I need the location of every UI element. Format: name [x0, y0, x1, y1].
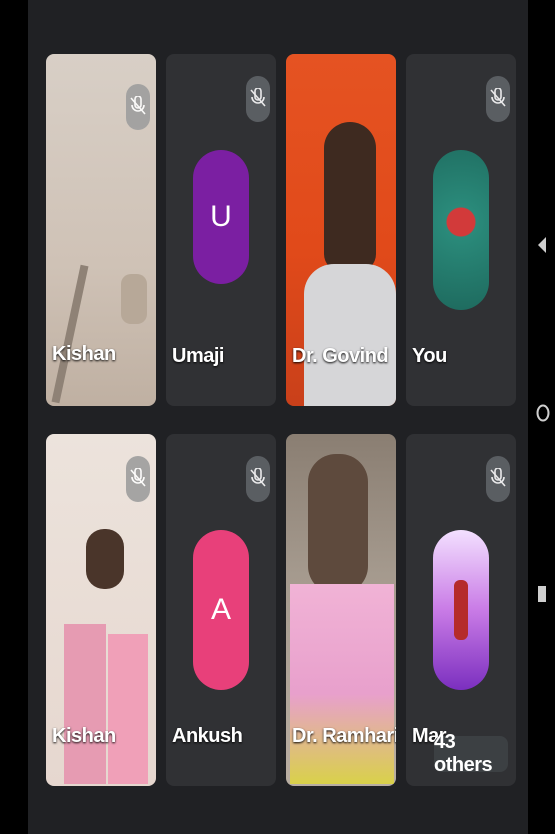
participant-tile-kishan-2[interactable]: Kishan: [46, 434, 156, 786]
back-icon[interactable]: [536, 236, 548, 254]
participant-tile-kishan[interactable]: Kishan: [46, 54, 156, 406]
ceiling-fan-motor: [121, 274, 147, 324]
recents-icon[interactable]: [536, 585, 548, 603]
mic-off-icon: [246, 76, 270, 122]
participant-tile-ankush[interactable]: A Ankush: [166, 434, 276, 786]
mic-off-icon: [486, 76, 510, 122]
avatar-flower-photo: [433, 150, 489, 310]
avatar-initial: U: [210, 200, 232, 233]
others-count-badge[interactable]: 43 others: [434, 731, 508, 776]
home-icon[interactable]: [536, 404, 550, 422]
participant-name: Dr. Ramhari: [292, 725, 396, 747]
person-head: [308, 454, 368, 594]
participant-tile-umaji[interactable]: U Umaji: [166, 54, 276, 406]
participant-name: Dr. Govind: [292, 345, 389, 367]
person-shirt: [304, 264, 396, 406]
android-nav-bar: [528, 0, 555, 834]
participant-name: Kishan: [52, 343, 116, 365]
mic-off-icon: [126, 456, 150, 502]
participant-name: Ankush: [172, 725, 243, 747]
others-label: 43 others: [434, 731, 493, 776]
mic-off-icon: [126, 84, 150, 130]
avatar-photo: [433, 530, 489, 690]
avatar-initial: A: [210, 593, 231, 626]
figure: [454, 580, 468, 640]
participant-name: Umaji: [172, 345, 224, 367]
person-head: [86, 529, 124, 589]
mic-off-icon: [486, 456, 510, 502]
participant-name: Kishan: [52, 725, 116, 747]
person-head: [324, 122, 376, 272]
booklet: [64, 624, 106, 784]
participant-tile-dr-ramhari[interactable]: Dr. Ramhari: [286, 434, 396, 786]
booklet: [290, 584, 394, 784]
participant-tile-dr-govind[interactable]: Dr. Govind: [286, 54, 396, 406]
mic-off-icon: [246, 456, 270, 502]
participant-grid: Kishan U Umaji Dr. Govind You Kishan A A…: [28, 0, 528, 834]
participant-name: You: [412, 345, 447, 367]
avatar: U: [193, 150, 249, 284]
booklet: [108, 634, 148, 784]
participant-tile-you[interactable]: You: [406, 54, 516, 406]
meeting-screen: Kishan U Umaji Dr. Govind You Kishan A A…: [28, 0, 528, 834]
avatar: A: [193, 530, 249, 690]
participant-tile-mar[interactable]: Mar 43 others: [406, 434, 516, 786]
